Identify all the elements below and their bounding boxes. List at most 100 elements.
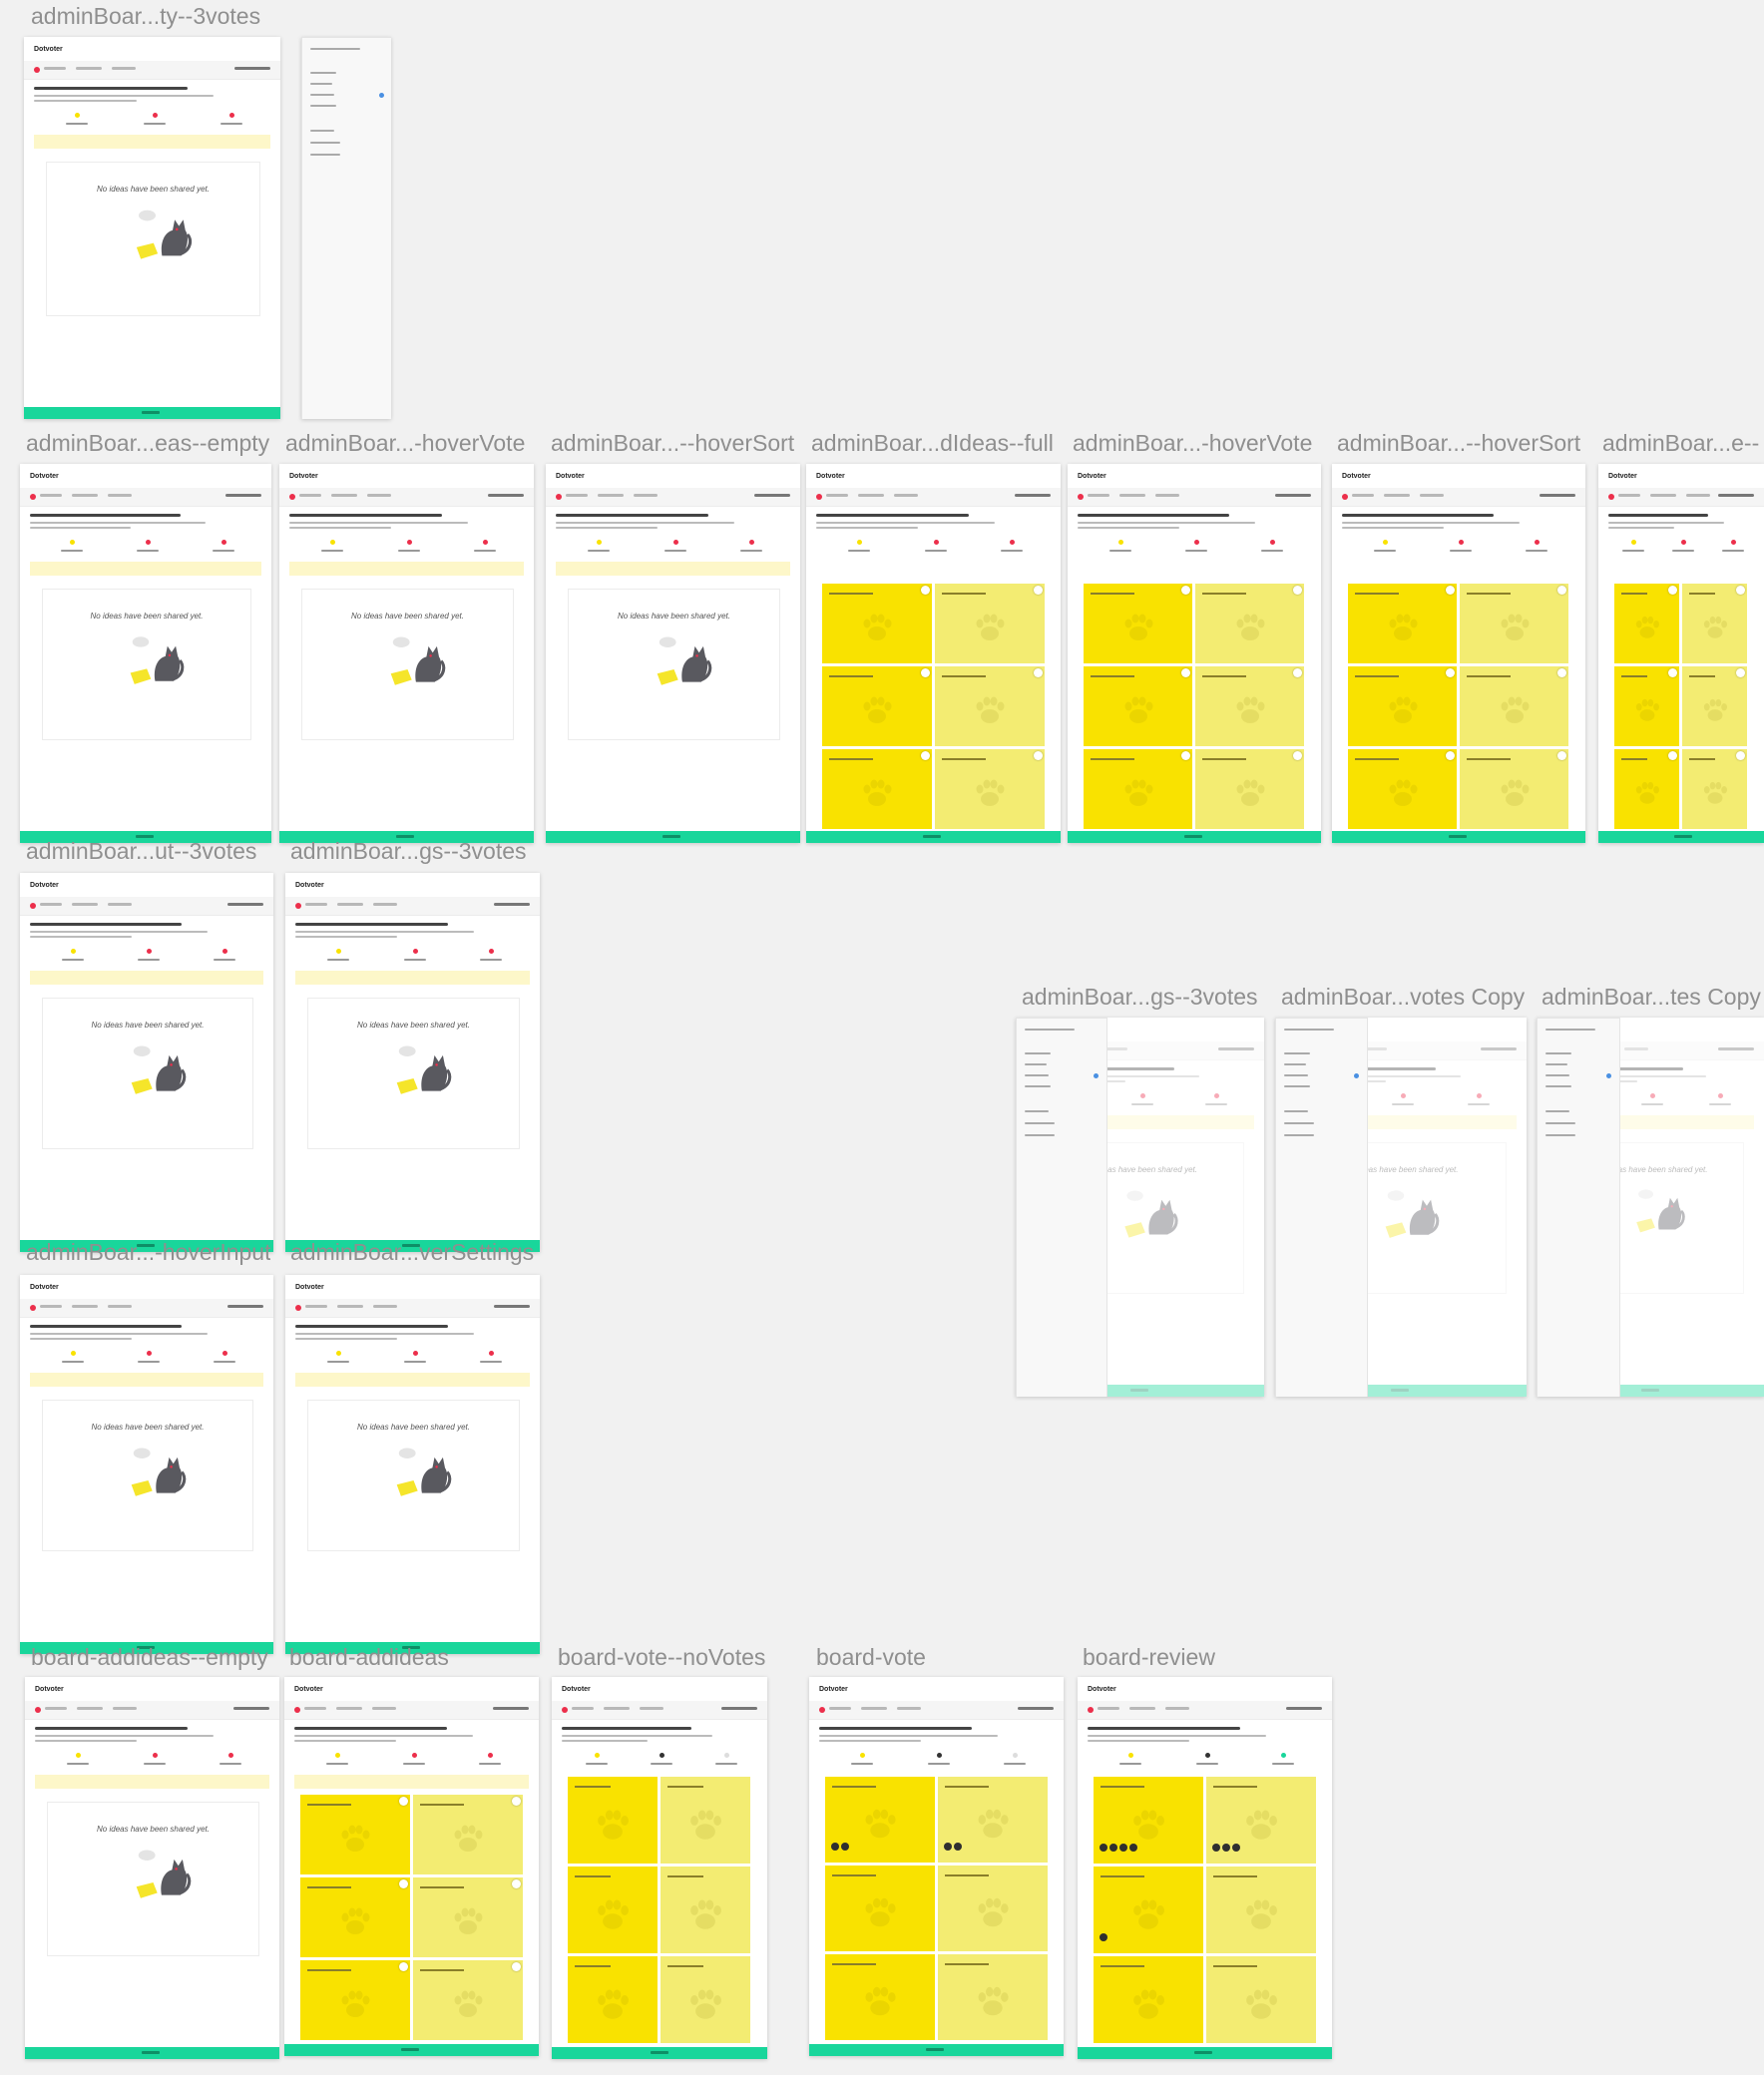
settings-row[interactable] [310,83,332,85]
settings-row[interactable] [1284,1063,1306,1065]
step-label[interactable] [138,959,160,961]
idea-note[interactable] [568,1956,658,2043]
step-label[interactable] [740,550,762,552]
idea-note[interactable] [825,1954,935,2040]
toolbar-item[interactable] [44,67,66,70]
artboard-label[interactable]: adminBoar...ty--3votes [31,3,260,30]
artboard-frame[interactable]: DotvoterNo ideas have been shared yet. [1016,1018,1264,1397]
toolbar-item[interactable] [108,903,132,906]
artboard-frame[interactable]: DotvoterNo ideas have been shared yet. [1275,1018,1527,1397]
toolbar-user[interactable] [233,1707,269,1710]
idea-note[interactable] [1206,1867,1316,1953]
step-label[interactable] [138,1361,160,1363]
artboard-label[interactable]: adminBoar...verSettings [290,1239,534,1266]
delete-idea-icon[interactable] [1181,586,1190,595]
toolbar-user[interactable] [227,1305,263,1308]
idea-note[interactable] [300,1877,410,1957]
delete-idea-icon[interactable] [512,1962,521,1971]
idea-note[interactable] [1084,749,1192,829]
step-label[interactable] [403,1763,425,1765]
toolbar-user[interactable] [1718,494,1754,497]
idea-note[interactable] [300,1960,410,2040]
toolbar-item[interactable] [72,494,98,497]
toolbar-item[interactable] [829,1707,851,1710]
step-label[interactable] [144,1763,166,1765]
idea-note[interactable] [1460,584,1568,663]
upgrade-bar[interactable] [1068,831,1321,843]
idea-note[interactable] [413,1877,523,1957]
upgrade-bar[interactable] [284,2044,539,2056]
step-label[interactable] [404,959,426,961]
toggle-icon[interactable] [1094,1073,1099,1078]
artboard-frame[interactable]: Dotvoter [809,1677,1064,2056]
idea-note[interactable] [825,1866,935,1951]
toolbar-user[interactable] [1540,494,1575,497]
artboard-label[interactable]: adminBoar...-hoverVote [285,430,525,457]
settings-row[interactable] [1025,1074,1049,1076]
step-label[interactable] [220,123,242,125]
step-label[interactable] [1185,550,1207,552]
toolbar-item[interactable] [299,494,321,497]
idea-note[interactable] [1682,584,1747,663]
step-label[interactable] [480,1361,502,1363]
toolbar-item[interactable] [77,1707,103,1710]
toolbar-item[interactable] [112,67,136,70]
artboard-label[interactable]: board-addideas--empty [31,1644,268,1671]
artboard-label[interactable]: adminBoar...--hoverSort [551,430,794,457]
delete-idea-icon[interactable] [512,1879,521,1888]
toolbar-item[interactable] [305,1305,327,1308]
artboard-frame[interactable]: Dotvoter [1332,464,1585,843]
idea-input[interactable] [35,1775,269,1789]
idea-note[interactable] [938,1777,1048,1863]
idea-note[interactable] [1460,749,1568,829]
toolbar-user[interactable] [1018,1707,1054,1710]
artboard-frame[interactable]: Dotvoter [1078,1677,1332,2059]
settings-row[interactable] [310,105,336,107]
toolbar-user[interactable] [1286,1707,1322,1710]
settings-row[interactable] [1545,1052,1571,1054]
settings-artboard[interactable] [301,37,391,419]
toolbar-item[interactable] [40,1305,62,1308]
artboard-frame[interactable]: Dotvoter [284,1677,539,2056]
settings-row[interactable] [310,154,340,156]
idea-note[interactable] [1094,1867,1203,1953]
idea-note[interactable] [661,1956,750,2043]
toolbar-user[interactable] [721,1707,757,1710]
settings-row[interactable] [310,94,334,96]
idea-note[interactable] [935,584,1045,663]
toolbar-item[interactable] [367,494,391,497]
settings-row[interactable] [1545,1122,1575,1124]
artboard-label[interactable]: adminBoar...dIdeas--full [811,430,1054,457]
artboard-frame[interactable]: DotvoterNo ideas have been shared yet. [279,464,534,843]
idea-note[interactable] [1614,584,1679,663]
delete-idea-icon[interactable] [1293,668,1302,677]
artboard-frame[interactable]: DotvoterNo ideas have been shared yet. [24,37,280,419]
settings-row[interactable] [1284,1110,1308,1112]
artboard-label[interactable]: board-vote--noVotes [558,1644,765,1671]
step-label[interactable] [321,550,343,552]
delete-idea-icon[interactable] [512,1797,521,1806]
toggle-icon[interactable] [1354,1073,1359,1078]
settings-row[interactable] [1284,1052,1310,1054]
artboard-label[interactable]: adminBoar...gs--3votes [290,838,527,865]
artboard-frame[interactable]: DotvoterNo ideas have been shared yet. [285,1275,540,1654]
toolbar-item[interactable] [331,494,357,497]
artboard-frame[interactable]: DotvoterNo ideas have been shared yet. [285,873,540,1252]
settings-row[interactable] [1284,1122,1314,1124]
settings-row[interactable] [310,48,360,50]
idea-note[interactable] [1084,666,1192,746]
settings-row[interactable] [1284,1085,1310,1087]
settings-row[interactable] [1284,1029,1334,1031]
step-label[interactable] [1001,550,1023,552]
upgrade-bar[interactable] [1078,2047,1332,2059]
artboard-frame[interactable]: DotvoterNo ideas have been shared yet. [25,1677,279,2059]
idea-note[interactable] [413,1795,523,1874]
toggle-icon[interactable] [1606,1073,1611,1078]
step-label[interactable] [67,1763,89,1765]
settings-row[interactable] [310,142,340,144]
toolbar-item[interactable] [826,494,848,497]
idea-input[interactable] [295,971,530,985]
step-label[interactable] [651,1763,672,1765]
toolbar-item[interactable] [1686,494,1710,497]
step-label[interactable] [474,550,496,552]
